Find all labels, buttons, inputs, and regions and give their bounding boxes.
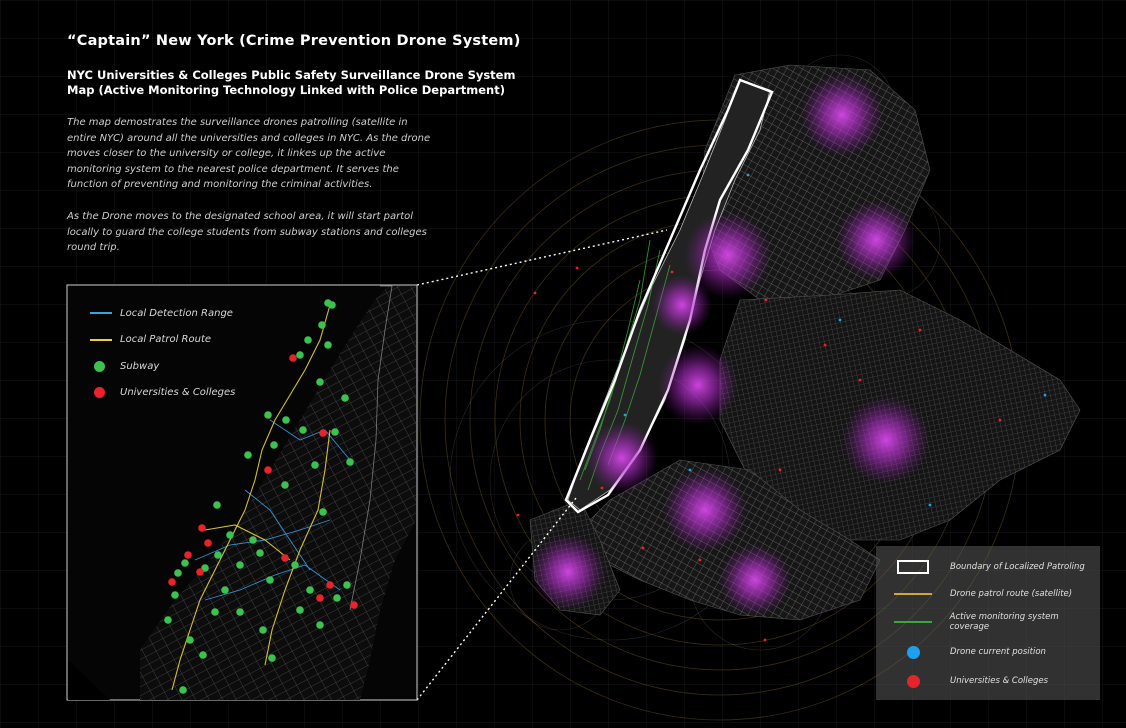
college-swatch (94, 387, 105, 399)
legend-row: Boundary of Localized Patroling (876, 557, 1100, 577)
legend-row: Universities & Colleges (876, 671, 1100, 691)
drone-position-swatch (906, 645, 920, 659)
inset-legend-label: Subway (120, 360, 160, 372)
patrol-route-swatch (90, 338, 112, 341)
inset-legend-row: Local Detection Range (90, 300, 235, 327)
legend-row: Active monitoring system coverage (876, 612, 1100, 632)
legend-label: Active monitoring system coverage (949, 612, 1059, 632)
patrol-route-swatch (894, 593, 932, 595)
inset-legend-row: Universities & Colleges (90, 380, 235, 407)
legend-label: Boundary of Localized Patroling (950, 562, 1085, 572)
subway-swatch (94, 360, 105, 372)
detection-range-swatch (90, 312, 112, 315)
inset-legend-label: Local Detection Range (120, 307, 233, 319)
inset-legend: Local Detection Range Local Patrol Route… (90, 300, 235, 406)
inset-legend-row: Local Patrol Route (90, 327, 235, 354)
legend-label: Universities & Colleges (950, 676, 1049, 686)
nyc-boroughs (529, 64, 1081, 621)
inset-legend-row: Subway (90, 353, 235, 380)
legend-label: Drone patrol route (satellite) (950, 589, 1073, 599)
inset-legend-label: Local Patrol Route (120, 334, 212, 346)
legend-label: Drone current position (950, 647, 1046, 657)
legend-row: Drone patrol route (satellite) (876, 584, 1100, 604)
coverage-swatch (893, 621, 932, 623)
map-legend: Boundary of Localized Patroling Drone pa… (876, 546, 1100, 700)
boundary-swatch (897, 560, 929, 574)
legend-row: Drone current position (876, 642, 1100, 662)
inset-legend-label: Universities & Colleges (120, 387, 236, 399)
college-swatch (906, 674, 920, 688)
